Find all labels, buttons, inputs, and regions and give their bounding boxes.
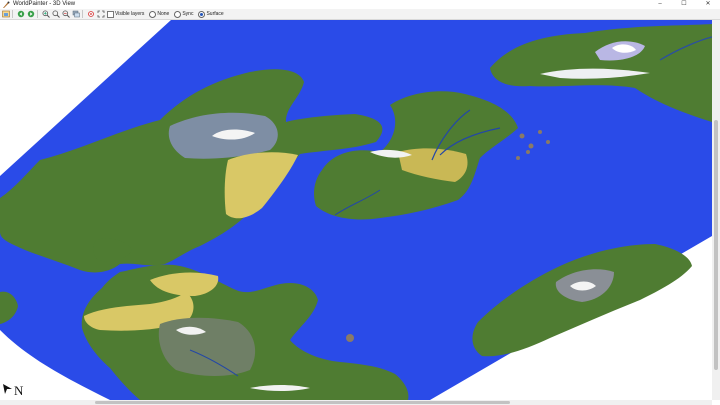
window-title: WorldPainter - 3D View [13,1,76,7]
worldpainter-app-icon [2,1,10,9]
radio-surface-circle[interactable] [198,10,206,18]
horizontal-scrollbar[interactable] [0,400,712,405]
radio-sync-circle[interactable] [174,10,182,18]
south-islet [346,334,354,342]
window-controls: – ☐ ✕ [648,0,720,9]
islet [546,140,550,144]
toolbar-separator [12,10,13,18]
islet [519,133,525,139]
horizontal-scrollbar-thumb[interactable] [95,401,510,404]
terrain-render [0,20,712,400]
islet [528,143,534,149]
southwest-mountains [158,317,256,376]
minimize-button[interactable]: – [648,0,672,9]
zoom-reset-icon[interactable] [51,10,60,19]
toolbar-separator [82,10,83,18]
radio-sync-label: Sync [182,11,194,17]
maximize-button[interactable]: ☐ [672,0,696,9]
islet [526,150,530,154]
radio-surface[interactable]: Surface [198,9,226,19]
compass-indicator: N [3,384,27,398]
worldpainter-3d-view-window: WorldPainter - 3D View – ☐ ✕ Visible lay… [0,0,720,405]
radio-none-circle[interactable] [149,10,157,18]
rotate-right-icon[interactable] [26,10,35,19]
move-to-spawn-icon[interactable] [86,10,95,19]
close-button[interactable]: ✕ [696,0,720,9]
export-image-button[interactable] [1,10,10,19]
vertical-scrollbar-thumb[interactable] [714,120,718,370]
radio-sync[interactable]: Sync [174,9,196,19]
zoom-in-icon[interactable] [41,10,50,19]
layers-icon[interactable] [71,10,80,19]
zoom-out-icon[interactable] [61,10,70,19]
visible-layers-checkbox[interactable] [107,10,114,18]
vertical-scrollbar[interactable] [712,20,720,400]
compass-arrow-icon [3,382,13,400]
visible-layers-label: Visible layers [115,11,145,17]
visible-layers-toggle[interactable]: Visible layers [107,9,147,19]
islet [516,156,520,160]
title-bar: WorldPainter - 3D View – ☐ ✕ [0,0,720,9]
radio-none[interactable]: None [149,9,172,19]
radio-surface-label: Surface [206,11,224,17]
islet [538,130,542,134]
3d-terrain-view[interactable] [0,20,712,400]
fit-to-view-icon[interactable] [96,10,105,19]
rotate-left-icon[interactable] [16,10,25,19]
compass-label: N [14,383,24,398]
toolbar-separator [37,10,38,18]
toolbar: Visible layers None Sync Surface [0,9,720,20]
radio-none-label: None [157,11,170,17]
